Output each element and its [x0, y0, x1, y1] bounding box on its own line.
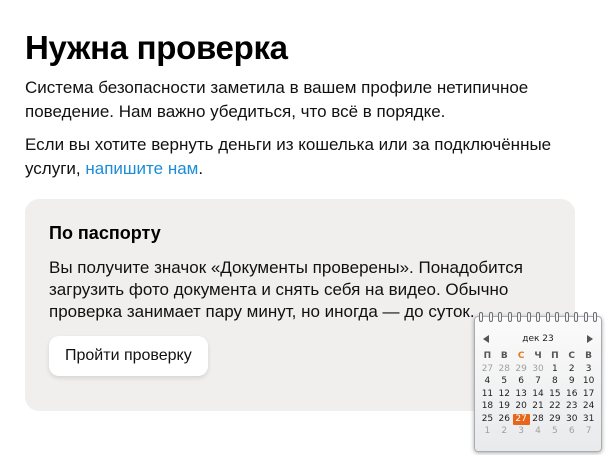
write-us-link[interactable]: напишите нам	[85, 159, 198, 178]
binder-ring-icon	[574, 312, 578, 322]
calendar-day[interactable]: 9	[563, 376, 580, 388]
refund-text: Если вы хотите вернуть деньги из кошельк…	[25, 133, 585, 181]
calendar-day[interactable]: 4	[479, 376, 496, 388]
calendar-day[interactable]: 30	[530, 364, 547, 376]
calendar-rings	[479, 312, 597, 324]
calendar-day[interactable]: 24	[580, 401, 597, 413]
calendar-weekday: П	[551, 351, 559, 361]
calendar-day[interactable]: 28	[496, 364, 513, 376]
calendar-day[interactable]: 4	[530, 426, 547, 438]
calendar-day[interactable]: 3	[580, 364, 597, 376]
calendar-day[interactable]: 30	[563, 414, 580, 426]
calendar-day[interactable]: 14	[530, 389, 547, 401]
calendar-day[interactable]: 13	[513, 389, 530, 401]
card-description: Вы получите значок «Документы проверены»…	[49, 258, 523, 321]
calendar-day[interactable]: 16	[563, 389, 580, 401]
calendar-day[interactable]: 1	[479, 426, 496, 438]
binder-ring-icon	[555, 312, 559, 322]
calendar-day[interactable]: 31	[580, 414, 597, 426]
calendar-day[interactable]: 29	[513, 364, 530, 376]
calendar-day[interactable]: 25	[479, 414, 496, 426]
calendar-day[interactable]: 17	[580, 389, 597, 401]
calendar-weekday: С	[517, 351, 525, 361]
calendar-grid: П В С Ч П С В 27 28 29 30 1 2 3 4 5 6 7 8 9 10 11 12 13 14 15 16 17…	[479, 351, 597, 438]
card-title: По паспорту	[49, 223, 161, 243]
calendar-day[interactable]: 18	[479, 401, 496, 413]
binder-ring-icon	[545, 312, 550, 322]
calendar-day[interactable]: 22	[546, 401, 563, 413]
page-title: Нужна проверка	[25, 29, 288, 66]
calendar-weekday: В	[585, 351, 592, 361]
binder-ring-icon	[526, 312, 531, 322]
calendar-day[interactable]: 12	[496, 389, 513, 401]
calendar-day[interactable]: 29	[546, 414, 563, 426]
calendar-day[interactable]: 8	[546, 376, 563, 388]
calendar-weekday: П	[483, 351, 492, 361]
binder-ring-icon	[517, 312, 521, 322]
calendar-day[interactable]: 11	[479, 389, 496, 401]
calendar-day[interactable]: 28	[530, 414, 547, 426]
calendar-day[interactable]: 27	[479, 364, 496, 376]
calendar-day[interactable]: 2	[496, 426, 513, 438]
calendar-day[interactable]: 7	[530, 376, 547, 388]
binder-ring-icon	[564, 312, 569, 322]
binder-ring-icon	[593, 312, 597, 322]
calendar-day[interactable]: 19	[496, 401, 513, 413]
calendar-day[interactable]: 1	[546, 364, 563, 376]
calendar-day[interactable]: 5	[546, 426, 563, 438]
calendar-day[interactable]: 6	[563, 426, 580, 438]
calendar-day[interactable]: 10	[580, 376, 597, 388]
calendar-day[interactable]: 7	[580, 426, 597, 438]
calendar-gadget: дек 23 П В С Ч П С В 27 28 29 30 1 2 3 4 5 6 7 8 9 10 11 12 13 1…	[474, 312, 602, 452]
binder-ring-icon	[479, 312, 483, 322]
calendar-day[interactable]: 3	[513, 426, 530, 438]
refund-text-end: .	[198, 159, 204, 178]
calendar-header: дек 23	[475, 333, 601, 345]
calendar-weekday: Ч	[534, 351, 542, 361]
binder-ring-icon	[488, 312, 493, 322]
calendar-day[interactable]: 6	[513, 376, 530, 388]
binder-ring-icon	[583, 312, 588, 322]
intro-text: Система безопасности заметила в вашем пр…	[25, 78, 529, 121]
calendar-month: дек 23	[522, 334, 554, 344]
calendar-day[interactable]: 2	[563, 364, 580, 376]
start-verification-button[interactable]: Пройти проверку	[49, 336, 208, 376]
calendar-day-today[interactable]: 27	[512, 413, 530, 425]
calendar-day[interactable]: 23	[563, 401, 580, 413]
calendar-day[interactable]: 20	[513, 401, 530, 413]
binder-ring-icon	[498, 312, 502, 322]
calendar-day[interactable]: 5	[496, 376, 513, 388]
calendar-day[interactable]: 21	[530, 401, 547, 413]
binder-ring-icon	[536, 312, 540, 322]
calendar-weekday: С	[568, 351, 576, 361]
prev-month-icon[interactable]	[483, 335, 489, 343]
calendar-weekday: В	[500, 351, 508, 361]
next-month-icon[interactable]	[586, 335, 593, 343]
binder-ring-icon	[507, 312, 512, 322]
calendar-day[interactable]: 15	[546, 389, 563, 401]
calendar-day[interactable]: 26	[496, 414, 513, 426]
